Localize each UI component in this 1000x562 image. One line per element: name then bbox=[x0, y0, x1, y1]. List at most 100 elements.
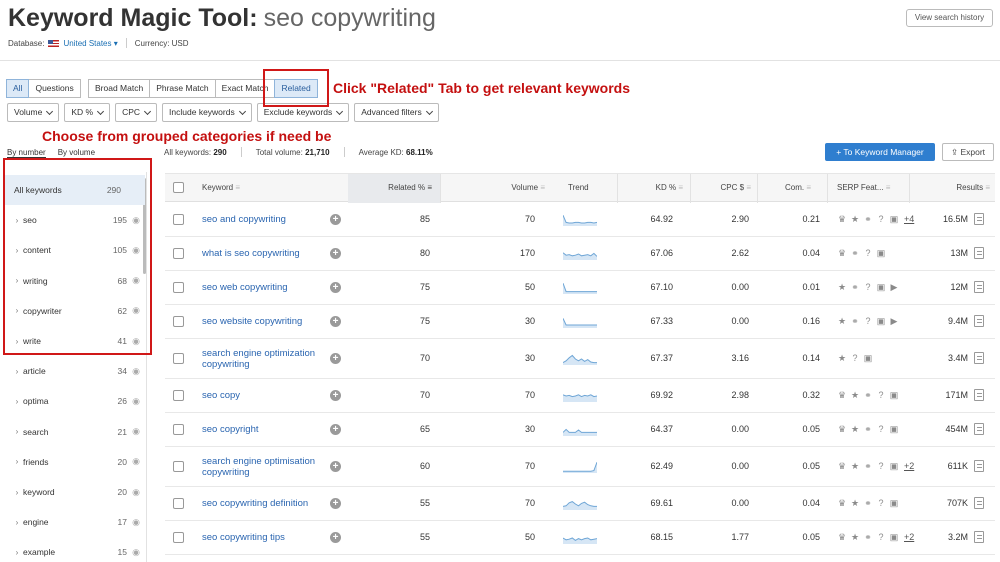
row-checkbox[interactable] bbox=[173, 498, 184, 509]
tab-questions[interactable]: Questions bbox=[28, 79, 81, 98]
related-column-header[interactable]: Related % ≡ bbox=[348, 174, 440, 203]
eye-icon[interactable]: ◉ bbox=[127, 547, 145, 558]
sidebar-item-group[interactable]: › article 34 ◉ bbox=[5, 356, 145, 386]
add-keyword-icon[interactable]: + bbox=[330, 532, 341, 543]
add-keyword-icon[interactable]: + bbox=[330, 353, 341, 364]
chevron-right-icon[interactable]: › bbox=[11, 367, 23, 376]
serp-document-icon[interactable] bbox=[974, 281, 984, 293]
row-checkbox[interactable] bbox=[173, 316, 184, 327]
volume-column-header[interactable]: Volume ≡ bbox=[465, 174, 545, 203]
view-search-history-button[interactable]: View search history bbox=[906, 9, 993, 27]
row-checkbox[interactable] bbox=[173, 424, 184, 435]
keyword-link[interactable]: seo copywriting definition bbox=[202, 498, 327, 509]
eye-icon[interactable]: ◉ bbox=[127, 366, 145, 377]
database-label: Database: bbox=[8, 38, 45, 48]
row-checkbox[interactable] bbox=[173, 353, 184, 364]
keyword-link[interactable]: seo copy bbox=[202, 390, 327, 401]
add-keyword-icon[interactable]: + bbox=[330, 390, 341, 401]
volume-filter[interactable]: Volume bbox=[7, 103, 60, 122]
sidebar-item-group[interactable]: › engine 17 ◉ bbox=[5, 507, 145, 537]
keyword-link[interactable]: search engine optimization copywriting bbox=[202, 348, 327, 370]
trend-sparkline bbox=[563, 394, 597, 402]
row-checkbox[interactable] bbox=[173, 214, 184, 225]
row-checkbox[interactable] bbox=[173, 532, 184, 543]
keyword-link[interactable]: seo copywriting tips bbox=[202, 532, 327, 543]
serp-document-icon[interactable] bbox=[974, 315, 984, 327]
serp-document-icon[interactable] bbox=[974, 423, 984, 435]
export-button[interactable]: ⇪ Export bbox=[942, 143, 994, 161]
more-serp-features[interactable]: +2 bbox=[904, 532, 914, 542]
row-checkbox[interactable] bbox=[173, 390, 184, 401]
chevron-right-icon[interactable]: › bbox=[11, 548, 23, 557]
tab-all[interactable]: All bbox=[6, 79, 30, 98]
add-keyword-icon[interactable]: + bbox=[330, 248, 341, 259]
star-icon: ★ bbox=[850, 461, 860, 471]
to-keyword-manager-button[interactable]: + To Keyword Manager bbox=[825, 143, 935, 161]
database-select[interactable]: United States ▾ bbox=[63, 39, 117, 48]
sidebar-item-group[interactable]: › optima 26 ◉ bbox=[5, 386, 145, 416]
add-keyword-icon[interactable]: + bbox=[330, 424, 341, 435]
tab-related[interactable]: Related bbox=[274, 79, 318, 98]
keyword-link[interactable]: what is seo copywriting bbox=[202, 248, 327, 259]
eye-icon[interactable]: ◉ bbox=[127, 456, 145, 467]
keyword-column-header[interactable]: Keyword ≡ bbox=[202, 174, 240, 203]
kd-column-header[interactable]: KD % ≡ bbox=[635, 174, 683, 203]
advanced-filters[interactable]: Advanced filters bbox=[354, 103, 439, 122]
kd-filter[interactable]: KD % bbox=[64, 103, 111, 122]
include-keywords-filter[interactable]: Include keywords bbox=[162, 103, 252, 122]
keyword-link[interactable]: seo website copywriting bbox=[202, 316, 327, 327]
add-keyword-icon[interactable]: + bbox=[330, 461, 341, 472]
more-serp-features[interactable]: +2 bbox=[904, 461, 914, 471]
add-keyword-icon[interactable]: + bbox=[330, 498, 341, 509]
sidebar-item-group[interactable]: › search 21 ◉ bbox=[5, 417, 145, 447]
eye-icon[interactable]: ◉ bbox=[127, 396, 145, 407]
com-column-header[interactable]: Com. ≡ bbox=[785, 174, 811, 203]
keyword-link[interactable]: seo copyright bbox=[202, 424, 327, 435]
add-keyword-icon[interactable]: + bbox=[330, 282, 341, 293]
keyword-link[interactable]: search engine optimisation copywriting bbox=[202, 456, 327, 478]
more-serp-features[interactable]: +4 bbox=[904, 214, 914, 224]
volume-value: 70 bbox=[524, 214, 535, 224]
sidebar-item-group[interactable]: › keyword 20 ◉ bbox=[5, 477, 145, 507]
sidebar-item-group[interactable]: › example 15 ◉ bbox=[5, 537, 145, 562]
serp-document-icon[interactable] bbox=[974, 389, 984, 401]
cpc-filter[interactable]: CPC bbox=[115, 103, 158, 122]
sidebar-item-group[interactable]: › friends 20 ◉ bbox=[5, 447, 145, 477]
eye-icon[interactable]: ◉ bbox=[127, 487, 145, 498]
serp-document-icon[interactable] bbox=[974, 497, 984, 509]
link-icon: ⚭ bbox=[864, 532, 872, 542]
divider bbox=[240, 147, 242, 157]
serp-document-icon[interactable] bbox=[974, 460, 984, 472]
add-keyword-icon[interactable]: + bbox=[330, 214, 341, 225]
serp-features: ♛ ★ ⚭? ▣ +4 bbox=[837, 214, 914, 224]
serp-document-icon[interactable] bbox=[974, 247, 984, 259]
chevron-right-icon[interactable]: › bbox=[11, 488, 23, 497]
tab-broad-match[interactable]: Broad Match bbox=[88, 79, 151, 98]
by-volume-option[interactable]: By volume bbox=[58, 148, 95, 158]
serp-document-icon[interactable] bbox=[974, 352, 984, 364]
keyword-link[interactable]: seo web copywriting bbox=[202, 282, 327, 293]
row-checkbox[interactable] bbox=[173, 282, 184, 293]
serp-features-column-header[interactable]: SERP Feat... ≡ bbox=[837, 174, 890, 203]
results-column-header[interactable]: Results ≡ bbox=[935, 174, 990, 203]
chevron-right-icon[interactable]: › bbox=[11, 518, 23, 527]
trend-sparkline bbox=[563, 428, 597, 436]
eye-icon[interactable]: ◉ bbox=[127, 517, 145, 528]
select-all-checkbox[interactable] bbox=[173, 182, 184, 193]
serp-features: ★? ▣ bbox=[837, 353, 873, 363]
header-label: CPC $ bbox=[720, 183, 745, 192]
row-checkbox[interactable] bbox=[173, 248, 184, 259]
serp-document-icon[interactable] bbox=[974, 531, 984, 543]
serp-document-icon[interactable] bbox=[974, 213, 984, 225]
row-checkbox[interactable] bbox=[173, 461, 184, 472]
cpc-column-header[interactable]: CPC $ ≡ bbox=[705, 174, 751, 203]
keyword-link[interactable]: seo and copywriting bbox=[202, 214, 327, 225]
eye-icon[interactable]: ◉ bbox=[127, 426, 145, 437]
tab-phrase-match[interactable]: Phrase Match bbox=[149, 79, 216, 98]
chevron-right-icon[interactable]: › bbox=[11, 457, 23, 466]
chevron-right-icon[interactable]: › bbox=[11, 427, 23, 436]
add-keyword-icon[interactable]: + bbox=[330, 316, 341, 327]
trend-column-header: Trend bbox=[568, 183, 589, 192]
chevron-right-icon[interactable]: › bbox=[11, 397, 23, 406]
by-number-option[interactable]: By number bbox=[7, 148, 46, 158]
